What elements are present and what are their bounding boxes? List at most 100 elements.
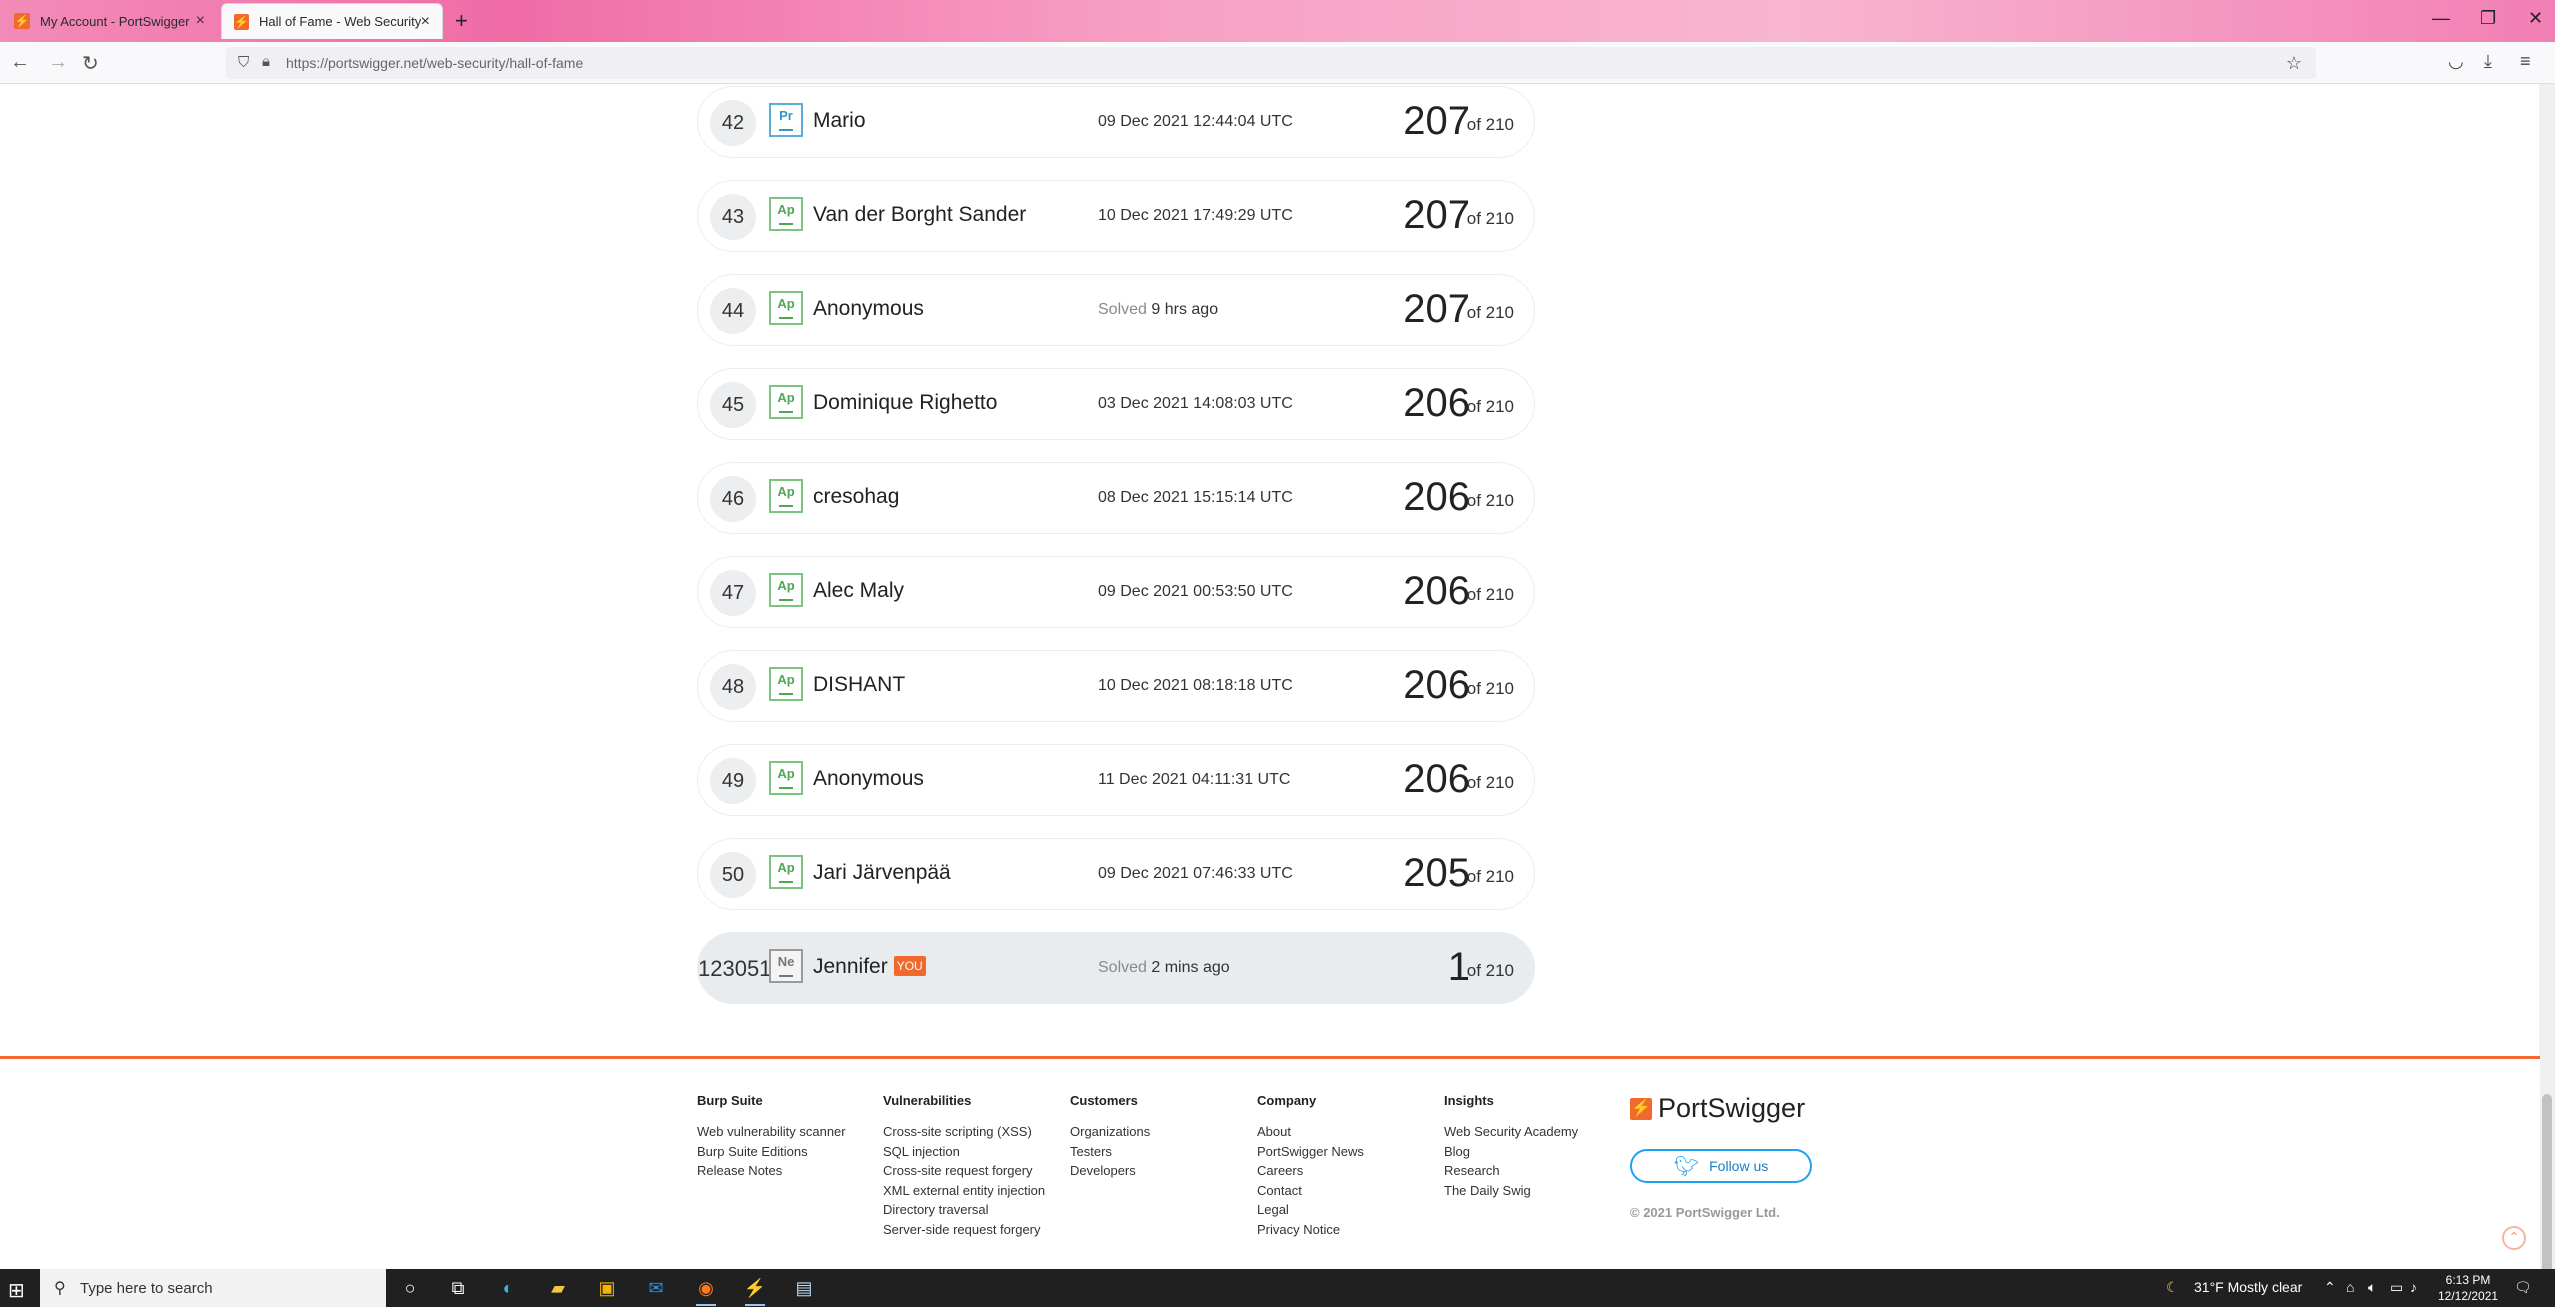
footer-link[interactable]: About bbox=[1257, 1122, 1364, 1142]
footer-link[interactable]: SQL injection bbox=[883, 1142, 1045, 1162]
footer-link[interactable]: Blog bbox=[1444, 1142, 1578, 1162]
footer-link[interactable]: Server-side request forgery bbox=[883, 1220, 1045, 1240]
restore-icon[interactable]: ❐ bbox=[2480, 8, 2496, 29]
notepad-icon[interactable]: ▤ bbox=[792, 1276, 816, 1300]
footer-link[interactable]: Directory traversal bbox=[883, 1200, 1045, 1220]
footer-link[interactable]: Developers bbox=[1070, 1161, 1150, 1181]
tab-hall-of-fame[interactable]: ⚡ Hall of Fame - Web Security Ac × bbox=[221, 3, 443, 39]
rank-number: 43 bbox=[710, 194, 756, 240]
footer-link[interactable]: Organizations bbox=[1070, 1122, 1150, 1142]
back-icon[interactable]: ← bbox=[10, 51, 30, 74]
back-to-top-icon[interactable]: ⌃ bbox=[2502, 1226, 2526, 1250]
user-name-cell: Alec Maly bbox=[813, 579, 904, 603]
close-tab-icon[interactable]: × bbox=[421, 13, 430, 31]
tray-chevron-icon[interactable]: ⌃ bbox=[2324, 1279, 2336, 1296]
user-name: Mario bbox=[813, 109, 866, 132]
follow-us-button[interactable]: 🐦︎ Follow us bbox=[1630, 1149, 1812, 1183]
site-footer: Burp Suite Web vulnerability scanner Burp … bbox=[0, 1056, 2540, 1269]
rank-number: 44 bbox=[710, 288, 756, 334]
weather-text[interactable]: 31°F Mostly clear bbox=[2194, 1279, 2302, 1295]
minimize-icon[interactable]: — bbox=[2432, 8, 2450, 29]
level-badge-icon: Ap bbox=[769, 667, 803, 701]
footer-link[interactable]: Burp Suite Editions bbox=[697, 1142, 846, 1162]
file-explorer-icon[interactable]: ▰ bbox=[546, 1276, 570, 1300]
leaderboard-row: 49 Ap Anonymous 11 Dec 2021 04:11:31 UTC 20… bbox=[697, 744, 1535, 816]
rank-number: 49 bbox=[710, 758, 756, 804]
battery-icon[interactable]: ▭ bbox=[2390, 1279, 2403, 1296]
pocket-icon[interactable]: ◡ bbox=[2448, 51, 2464, 72]
speaker-icon[interactable]: ♪ bbox=[2410, 1279, 2417, 1295]
footer-heading: Insights bbox=[1444, 1093, 1494, 1108]
leaderboard-row: 45 Ap Dominique Righetto 03 Dec 2021 14:08… bbox=[697, 368, 1535, 440]
burp-suite-icon[interactable]: ⚡ bbox=[743, 1276, 767, 1306]
reload-icon[interactable]: ↻ bbox=[82, 51, 99, 76]
menu-icon[interactable]: ≡ bbox=[2520, 51, 2531, 72]
footer-link[interactable]: Release Notes bbox=[697, 1161, 846, 1181]
tracking-shield-icon[interactable]: ⛉ bbox=[238, 54, 249, 71]
user-name-cell: Van der Borght Sander bbox=[813, 203, 1026, 227]
footer-link[interactable]: Legal bbox=[1257, 1200, 1364, 1220]
user-name: Van der Borght Sander bbox=[813, 203, 1027, 226]
footer-link[interactable]: Web Security Academy bbox=[1444, 1122, 1578, 1142]
user-name: Dominique Righetto bbox=[813, 391, 998, 414]
footer-link[interactable]: Testers bbox=[1070, 1142, 1150, 1162]
user-name: Alec Maly bbox=[813, 579, 905, 602]
mail-icon[interactable]: ✉ bbox=[644, 1276, 668, 1300]
windows-start-icon[interactable]: ⊞ bbox=[8, 1278, 25, 1303]
level-badge-icon: Ap bbox=[769, 291, 803, 325]
rank-number: 47 bbox=[710, 570, 756, 616]
level-badge-icon: Ne bbox=[769, 949, 803, 983]
leaderboard-row: 47 Ap Alec Maly 09 Dec 2021 00:53:50 UTC 20… bbox=[697, 556, 1535, 628]
solved-date: 10 Dec 2021 17:49:29 UTC bbox=[1098, 207, 1293, 225]
lock-icon[interactable]: 🔒︎ bbox=[262, 53, 270, 70]
tab-my-account[interactable]: ⚡ My Account - PortSwigger × bbox=[2, 3, 217, 39]
footer-link[interactable]: Cross-site scripting (XSS) bbox=[883, 1122, 1045, 1142]
footer-column: Customers Organizations Testers Developers bbox=[1070, 1093, 1150, 1181]
footer-link[interactable]: The Daily Swig bbox=[1444, 1181, 1578, 1201]
footer-link[interactable]: Research bbox=[1444, 1161, 1578, 1181]
cortana-icon[interactable]: ○ bbox=[398, 1276, 422, 1300]
forward-icon[interactable]: → bbox=[48, 51, 68, 74]
network-icon[interactable]: ⌂ bbox=[2346, 1279, 2354, 1295]
solved-value: 10 Dec 2021 08:18:18 UTC bbox=[1098, 677, 1293, 694]
taskbar-search-box[interactable]: ⚲ Type here to search bbox=[40, 1269, 386, 1307]
user-name: Anonymous bbox=[813, 297, 924, 320]
solved-value: 09 Dec 2021 12:44:04 UTC bbox=[1098, 113, 1293, 130]
solved-value: 08 Dec 2021 15:15:14 UTC bbox=[1098, 489, 1293, 506]
follow-us-label: Follow us bbox=[1709, 1158, 1769, 1174]
volume-icon[interactable]: 🔈︎ bbox=[2368, 1279, 2376, 1296]
leaderboard-row: 50 Ap Jari Järvenpää 09 Dec 2021 07:46:33 … bbox=[697, 838, 1535, 910]
weather-moon-icon[interactable]: ☾ bbox=[2166, 1279, 2179, 1296]
scrollbar[interactable] bbox=[2539, 84, 2555, 1307]
firefox-icon[interactable]: ◉ bbox=[694, 1276, 718, 1306]
rank-number: 123051 bbox=[698, 956, 772, 981]
rank-number: 48 bbox=[710, 664, 756, 710]
store-icon[interactable]: ▣ bbox=[595, 1276, 619, 1300]
footer-link[interactable]: PortSwigger News bbox=[1257, 1142, 1364, 1162]
twitter-icon: 🐦︎ bbox=[1673, 1155, 1700, 1178]
notification-icon[interactable]: 🗨︎ bbox=[2514, 1279, 2532, 1296]
footer-link[interactable]: Contact bbox=[1257, 1181, 1364, 1201]
leaderboard-row: 43 Ap Van der Borght Sander 10 Dec 2021 17… bbox=[697, 180, 1535, 252]
address-bar[interactable]: ⛉ 🔒︎ https://portswigger.net/web-securit… bbox=[226, 47, 2316, 79]
footer-link[interactable]: Cross-site request forgery bbox=[883, 1161, 1045, 1181]
solved-value: 09 Dec 2021 00:53:50 UTC bbox=[1098, 583, 1293, 600]
solved-value: 03 Dec 2021 14:08:03 UTC bbox=[1098, 395, 1293, 412]
footer-link[interactable]: XML external entity injection bbox=[883, 1181, 1045, 1201]
downloads-icon[interactable]: ⤓ bbox=[2484, 51, 2492, 72]
close-window-icon[interactable]: ✕ bbox=[2528, 8, 2543, 29]
solved-value: 10 Dec 2021 17:49:29 UTC bbox=[1098, 207, 1293, 224]
footer-column: Company About PortSwigger News Careers Conta… bbox=[1257, 1093, 1364, 1239]
new-tab-icon[interactable]: + bbox=[455, 8, 468, 34]
bookmark-star-icon[interactable]: ☆ bbox=[2286, 53, 2302, 74]
edge-icon[interactable]: ◐ bbox=[496, 1276, 520, 1300]
footer-link[interactable]: Web vulnerability scanner bbox=[697, 1122, 846, 1142]
close-tab-icon[interactable]: × bbox=[196, 12, 205, 30]
user-name: Anonymous bbox=[813, 767, 924, 790]
taskbar-clock[interactable]: 6:13 PM 12/12/2021 bbox=[2438, 1272, 2498, 1304]
portswigger-logo[interactable]: ⚡ PortSwigger bbox=[1630, 1093, 1805, 1124]
task-view-icon[interactable]: ⧉ bbox=[446, 1276, 470, 1300]
score-max: of 210 bbox=[1466, 679, 1514, 698]
footer-link[interactable]: Careers bbox=[1257, 1161, 1364, 1181]
footer-link[interactable]: Privacy Notice bbox=[1257, 1220, 1364, 1240]
